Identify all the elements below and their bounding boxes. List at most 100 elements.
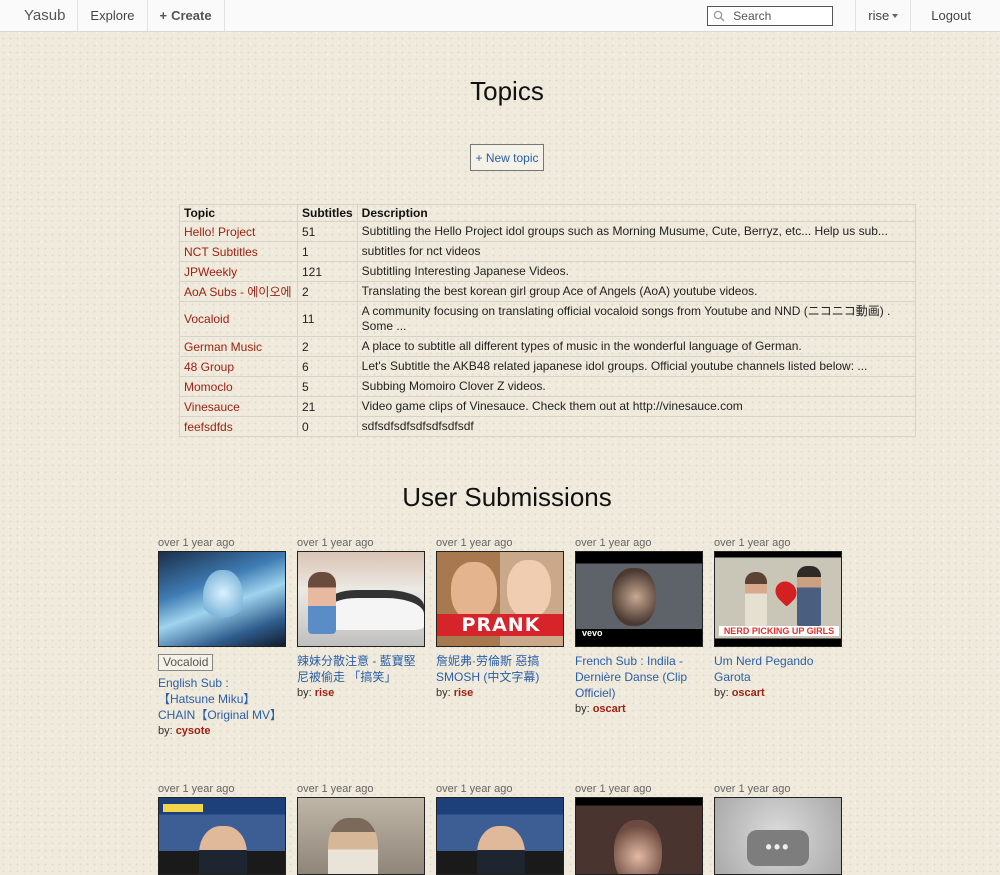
top-navbar: Yasub Explore + Create rise Logout [0, 0, 1000, 32]
nav-explore[interactable]: Explore [78, 0, 148, 31]
submission-card: over 1 year ago ••• [714, 782, 844, 875]
new-topic-button[interactable]: + New topic [470, 144, 544, 171]
thumbnail-figure [507, 560, 551, 618]
topics-heading: Topics [470, 76, 544, 106]
topics-table: Topic Subtitles Description Hello! Proje… [179, 204, 917, 437]
submission-title[interactable]: 詹妮弗·劳倫斯 惡搞 SMOSH (中文字幕) [436, 653, 566, 685]
topic-description: Translating the best korean girl group A… [356, 281, 917, 302]
table-row: 48 Group 6 Let's Subtitle the AKB48 rela… [179, 356, 917, 377]
topic-link[interactable]: Momoclo [179, 376, 298, 397]
submission-time: over 1 year ago [436, 783, 513, 795]
thumbnail-figure [745, 572, 767, 626]
table-row: Vinesauce 21 Video game clips of Vinesau… [179, 396, 917, 417]
author-link[interactable]: rise [315, 687, 335, 699]
thumbnail-figure [451, 562, 497, 620]
topic-link[interactable]: Vocaloid [179, 301, 298, 337]
search-input[interactable] [733, 8, 829, 23]
subtitle-count: 2 [297, 336, 358, 357]
submission-title[interactable]: English Sub : 【Hatsune Miku】 CHAIN【Origi… [158, 675, 288, 723]
thumbnail-caption: NERD PICKING UP GIRLS [719, 626, 839, 636]
submission-card: over 1 year ago [436, 782, 566, 875]
submission-card: over 1 year ago Vocaloid English Sub : 【… [158, 536, 288, 739]
table-row: NCT Subtitles 1 subtitles for nct videos [179, 241, 917, 262]
submission-time: over 1 year ago [714, 783, 791, 795]
subtitle-count: 0 [297, 416, 358, 437]
thumbnail-figure [612, 568, 656, 626]
topic-description: Subtitling the Hello Project idol groups… [356, 221, 917, 242]
video-thumbnail[interactable] [158, 551, 286, 647]
table-row: JPWeekly 121 Subtitling Interesting Japa… [179, 261, 917, 282]
video-thumbnail[interactable]: PRANK [436, 551, 564, 647]
topic-link[interactable]: NCT Subtitles [179, 241, 298, 262]
topic-link[interactable]: JPWeekly [179, 261, 298, 282]
submission-time: over 1 year ago [158, 537, 235, 549]
plus-icon: + [159, 8, 168, 23]
submission-card: over 1 year ago 辣妹分散注意 - 藍寶堅尼被偷走 「搞笑」 by… [297, 536, 427, 701]
table-row: German Music 2 A place to subtitle all d… [179, 336, 917, 357]
submission-title[interactable]: French Sub : Indila - Dernière Danse (Cl… [575, 653, 705, 701]
topic-description: A place to subtitle all different types … [356, 336, 917, 357]
user-menu[interactable]: rise [855, 0, 912, 31]
topic-link[interactable]: feefsdfds [179, 416, 298, 437]
nav-create[interactable]: + Create [148, 0, 225, 31]
table-row: Hello! Project 51 Subtitling the Hello P… [179, 221, 917, 242]
subtitle-count: 121 [297, 261, 358, 282]
video-thumbnail[interactable]: ••• [714, 797, 842, 875]
thumbnail-logo [163, 804, 203, 812]
topic-link[interactable]: German Music [179, 336, 298, 357]
submission-card: over 1 year ago [297, 782, 427, 875]
subtitle-count: 5 [297, 376, 358, 397]
submission-author: by: cysote [158, 723, 288, 739]
submission-time: over 1 year ago [297, 537, 374, 549]
video-thumbnail[interactable]: NERD PICKING UP GIRLS [714, 551, 842, 647]
author-link[interactable]: oscart [732, 687, 765, 699]
topic-link[interactable]: AoA Subs - 에이오에 [179, 281, 298, 302]
video-thumbnail[interactable] [575, 797, 703, 875]
thumbnail-caption: PRANK [437, 614, 563, 636]
brand-logo[interactable]: Yasub [0, 0, 79, 31]
video-thumbnail[interactable] [297, 551, 425, 647]
video-thumbnail[interactable] [297, 797, 425, 875]
ellipsis-icon: ••• [765, 837, 791, 857]
table-row: AoA Subs - 에이오에 2 Translating the best k… [179, 281, 917, 302]
topic-description: Subbing Momoiro Clover Z videos. [356, 376, 917, 397]
submission-title[interactable]: Um Nerd Pegando Garota [714, 653, 844, 685]
by-label: by: [714, 687, 729, 699]
search-wrap [707, 0, 855, 31]
topic-description: Subtitling Interesting Japanese Videos. [356, 261, 917, 282]
thumbnail-figure [614, 820, 662, 874]
submission-time: over 1 year ago [297, 783, 374, 795]
thumbnail-figure [477, 826, 525, 874]
topic-tag[interactable]: Vocaloid [158, 654, 214, 671]
submission-card: over 1 year ago PRANK 詹妮弗·劳倫斯 惡搞 SMOSH (… [436, 536, 566, 701]
submission-card: over 1 year ago [158, 782, 288, 875]
submission-author: by: rise [436, 685, 566, 701]
subtitle-count: 51 [297, 221, 358, 242]
logout-link[interactable]: Logout [911, 0, 1000, 31]
video-thumbnail[interactable]: vevo [575, 551, 703, 647]
search-icon [714, 10, 725, 21]
topic-link[interactable]: Vinesauce [179, 396, 298, 417]
author-link[interactable]: cysote [176, 725, 211, 737]
by-label: by: [436, 687, 451, 699]
submission-title[interactable]: 辣妹分散注意 - 藍寶堅尼被偷走 「搞笑」 [297, 653, 427, 685]
subtitle-count: 2 [297, 281, 358, 302]
search-box[interactable] [707, 5, 834, 26]
submission-card: over 1 year ago vevo French Sub : Indila… [575, 536, 705, 717]
thumbnail-figure [797, 566, 821, 626]
by-label: by: [297, 687, 312, 699]
nav-create-label: Create [171, 8, 212, 23]
topic-link[interactable]: Hello! Project [179, 221, 298, 242]
topic-description: Let's Subtitle the AKB48 related japanes… [356, 356, 917, 377]
submission-author: by: oscart [714, 685, 844, 701]
thumbnail-figure [203, 570, 243, 628]
thumbnail-figure [199, 826, 247, 874]
author-link[interactable]: rise [454, 687, 474, 699]
author-link[interactable]: oscart [593, 703, 626, 715]
topic-link[interactable]: 48 Group [179, 356, 298, 377]
video-thumbnail[interactable] [158, 797, 286, 875]
video-thumbnail[interactable] [436, 797, 564, 875]
column-header-subtitles: Subtitles [297, 204, 358, 222]
topic-description: A community focusing on translating offi… [356, 301, 917, 337]
